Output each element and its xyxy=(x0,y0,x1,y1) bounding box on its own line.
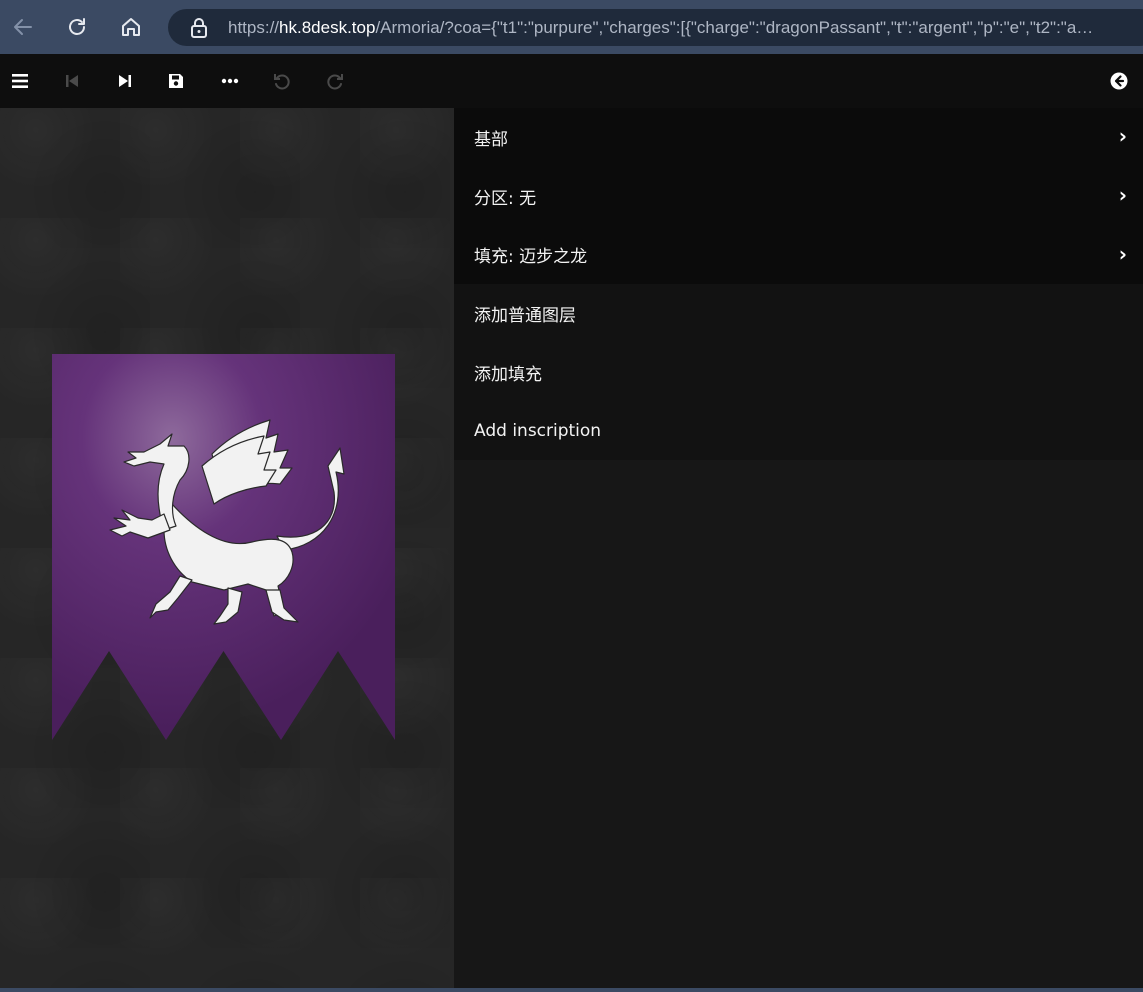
browser-reload-button[interactable] xyxy=(50,0,104,54)
layer-menu: 基部 › 分区: 无 › 填充: 迈步之龙 › 添加普通图层 添加填充 Add … xyxy=(454,108,1143,461)
menu-item-division[interactable]: 分区: 无 › xyxy=(454,166,1143,226)
menu-item-base[interactable]: 基部 › xyxy=(454,108,1143,167)
menu-item-label: 添加普通图层 xyxy=(474,305,576,326)
window-bottom-edge xyxy=(0,988,1143,992)
more-icon xyxy=(221,78,239,84)
editor-panel: 基部 › 分区: 无 › 填充: 迈步之龙 › 添加普通图层 添加填充 Add … xyxy=(454,108,1143,992)
banner-shield[interactable] xyxy=(52,354,395,740)
menu-item-label: Add inscription xyxy=(474,420,602,441)
chevron-right-icon: › xyxy=(1118,182,1127,207)
menu-item-charge[interactable]: 填充: 迈步之龙 › xyxy=(454,225,1143,285)
menu-item-label: 填充: 迈步之龙 xyxy=(474,247,588,268)
lock-icon xyxy=(190,17,212,38)
add-ordinary-layer-button[interactable]: 添加普通图层 xyxy=(454,284,1143,343)
arrow-left-icon xyxy=(14,19,32,35)
add-inscription-button[interactable]: Add inscription xyxy=(454,401,1143,460)
chevron-right-icon: › xyxy=(1118,124,1127,149)
menu-item-label: 基部 xyxy=(474,129,508,150)
url-text: https://hk.8desk.top/Armoria/?coa={"t1":… xyxy=(228,18,1093,38)
menu-item-label: 添加填充 xyxy=(474,364,542,385)
url-host: hk.8desk.top xyxy=(279,17,376,37)
browser-toolbar: https://hk.8desk.top/Armoria/?coa={"t1":… xyxy=(0,0,1143,54)
skip-back-icon xyxy=(66,75,78,87)
chevron-right-icon: › xyxy=(1118,241,1127,266)
back-button[interactable] xyxy=(1099,54,1139,108)
back-icon xyxy=(1110,72,1128,90)
skip-forward-button[interactable] xyxy=(105,54,145,108)
address-bar[interactable]: https://hk.8desk.top/Armoria/?coa={"t1":… xyxy=(168,9,1143,46)
url-scheme: https:// xyxy=(228,17,280,37)
skip-forward-icon xyxy=(119,75,131,87)
browser-back-button[interactable] xyxy=(0,0,50,54)
app-toolbar xyxy=(0,54,1143,108)
reload-icon xyxy=(69,18,85,35)
undo-button[interactable] xyxy=(262,54,302,108)
url-path: /Armoria/?coa={"t1":"purpure","charges":… xyxy=(375,17,1094,37)
more-button[interactable] xyxy=(210,54,250,108)
coat-of-arms-canvas xyxy=(0,108,454,992)
browser-home-button[interactable] xyxy=(104,0,158,54)
add-charge-button[interactable]: 添加填充 xyxy=(454,343,1143,402)
redo-icon xyxy=(327,74,343,90)
menu-button[interactable] xyxy=(0,54,40,108)
undo-icon xyxy=(274,74,290,90)
redo-button[interactable] xyxy=(315,54,355,108)
save-icon xyxy=(169,74,183,88)
menu-item-label: 分区: 无 xyxy=(474,188,537,209)
skip-back-button[interactable] xyxy=(52,54,92,108)
save-button[interactable] xyxy=(156,54,196,108)
home-icon xyxy=(122,18,140,36)
menu-icon xyxy=(12,74,28,88)
